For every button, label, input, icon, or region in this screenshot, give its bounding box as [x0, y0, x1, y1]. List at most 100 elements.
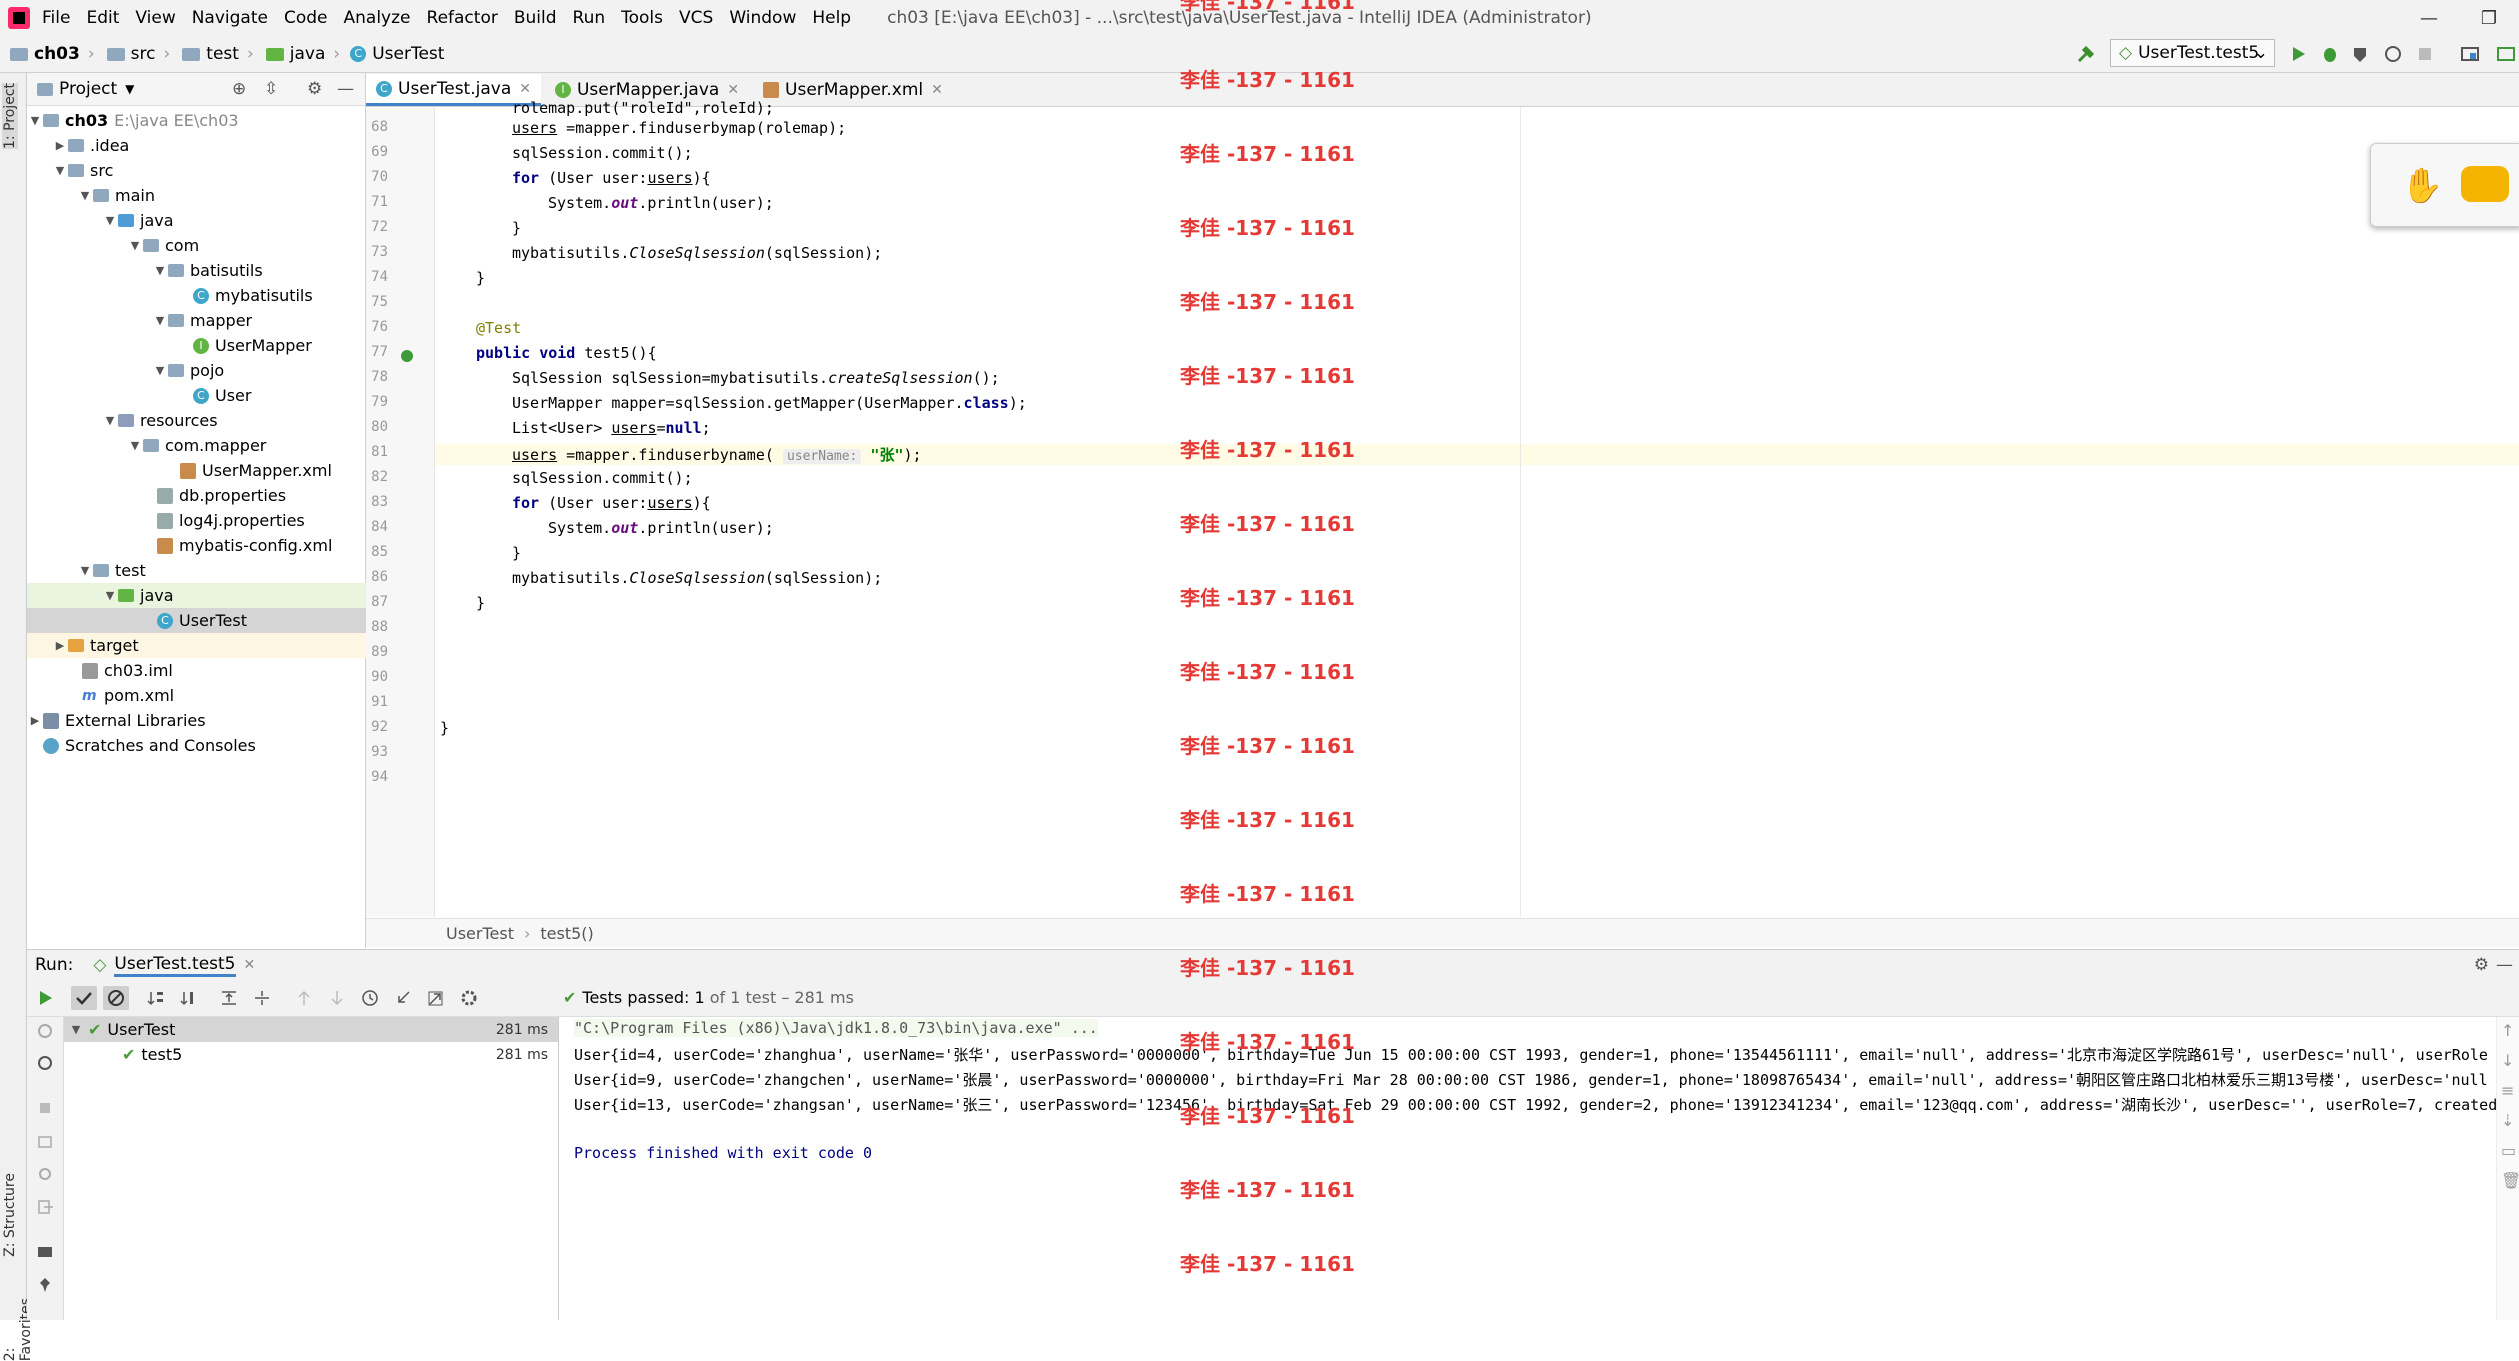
- show-passed-icon[interactable]: [71, 986, 97, 1010]
- expand-arrow-icon[interactable]: ▼: [152, 314, 168, 327]
- tree-item-pom[interactable]: m pom.xml: [27, 683, 420, 708]
- tree-item-scratches[interactable]: Scratches and Consoles: [27, 733, 381, 758]
- editor-crumb-class[interactable]: UserTest: [446, 924, 514, 943]
- project-tool-window-button[interactable]: 1: Project: [2, 83, 18, 149]
- breadcrumb-usertest[interactable]: UserTest: [372, 44, 444, 64]
- collapse-arrow-icon[interactable]: ▶: [52, 139, 68, 152]
- test-row-test5[interactable]: ✔ test5 281 ms: [64, 1042, 558, 1067]
- sort-by-duration-icon[interactable]: [180, 989, 198, 1007]
- exit-icon[interactable]: [36, 1198, 54, 1216]
- menu-tools[interactable]: Tools: [621, 8, 663, 28]
- menu-help[interactable]: Help: [812, 8, 851, 28]
- expand-arrow-icon[interactable]: ▼: [152, 264, 168, 277]
- trash-icon[interactable]: 🗑: [2501, 1171, 2519, 1190]
- show-ignored-icon[interactable]: [103, 986, 129, 1010]
- console-output[interactable]: "C:\Program Files (x86)\Java\jdk1.8.0_73…: [559, 1017, 2519, 1320]
- run-configuration-select[interactable]: ◇ UserTest.test5 ⌄: [2110, 39, 2275, 67]
- minimize-icon[interactable]: —: [2399, 0, 2459, 36]
- import-tests-icon[interactable]: [394, 989, 412, 1007]
- tree-item-ch03-iml[interactable]: ch03.iml: [27, 658, 420, 683]
- expand-arrow-icon[interactable]: ▼: [77, 189, 93, 202]
- test-row-usertest[interactable]: ▼ ✔ UserTest 281 ms: [64, 1017, 558, 1042]
- restore-icon[interactable]: ❐: [2459, 0, 2519, 36]
- arrow-down-icon[interactable]: ↓: [2501, 1051, 2514, 1070]
- hide-icon[interactable]: —: [2496, 955, 2513, 975]
- tree-item-src[interactable]: ▼ src: [27, 158, 390, 183]
- tree-item-target[interactable]: ▶ target: [27, 633, 390, 658]
- print-icon[interactable]: ▭: [2501, 1141, 2516, 1160]
- close-icon[interactable]: ✕: [519, 81, 531, 97]
- gear-icon[interactable]: ⚙: [307, 79, 322, 99]
- menu-analyze[interactable]: Analyze: [344, 8, 411, 28]
- run-test-gutter-icon[interactable]: [400, 348, 414, 362]
- breadcrumb-src[interactable]: src: [131, 44, 156, 64]
- editor-crumb-method[interactable]: test5(): [540, 924, 593, 943]
- menu-view[interactable]: View: [135, 8, 175, 28]
- tree-item-main[interactable]: ▼ main: [27, 183, 415, 208]
- scroll-to-end-icon[interactable]: ⇣: [2501, 1111, 2514, 1130]
- project-structure-icon[interactable]: [2460, 44, 2480, 64]
- code-editor[interactable]: rolemap.put("roleId",roleId); users =map…: [435, 99, 2519, 917]
- dump-threads-icon[interactable]: [36, 1132, 54, 1150]
- menu-edit[interactable]: Edit: [86, 8, 119, 28]
- menu-refactor[interactable]: Refactor: [427, 8, 498, 28]
- structure-tool-window-button[interactable]: Z: Structure: [2, 1173, 18, 1257]
- floating-toolbar[interactable]: ✋: [2370, 143, 2519, 227]
- gear-icon[interactable]: [460, 989, 478, 1007]
- build-hammer-icon[interactable]: [2076, 44, 2096, 64]
- expand-arrow-icon[interactable]: ▼: [127, 439, 143, 452]
- expand-all-icon[interactable]: [220, 989, 238, 1007]
- stop-icon[interactable]: [2415, 44, 2435, 64]
- chevron-down-icon[interactable]: ▼: [125, 82, 134, 96]
- expand-arrow-icon[interactable]: ▼: [77, 564, 93, 577]
- editor-gutter[interactable]: 68 69 70 71 72 73 74 75 76 77 78 79 80 8…: [366, 107, 435, 917]
- pin-icon[interactable]: [36, 1276, 54, 1294]
- previous-failed-icon[interactable]: [295, 989, 313, 1007]
- menu-window[interactable]: Window: [729, 8, 796, 28]
- expand-arrow-icon[interactable]: ▼: [27, 114, 43, 127]
- rerun-icon[interactable]: [36, 989, 54, 1007]
- breadcrumb-ch03[interactable]: ch03: [34, 44, 80, 64]
- expand-arrow-icon[interactable]: ▼: [102, 414, 118, 427]
- tree-item-idea[interactable]: ▶ .idea: [27, 133, 390, 158]
- tree-item-ch03[interactable]: ▼ ch03 E:\java EE\ch03: [27, 108, 365, 133]
- test-history-icon[interactable]: [361, 989, 379, 1007]
- search-everywhere-icon[interactable]: [2496, 44, 2516, 64]
- breadcrumb-test[interactable]: test: [206, 44, 239, 64]
- menu-navigate[interactable]: Navigate: [192, 8, 268, 28]
- run-icon[interactable]: [2288, 44, 2308, 64]
- collapse-all-icon[interactable]: ⇳: [264, 79, 278, 99]
- tree-item-test[interactable]: ▼ test: [27, 558, 415, 583]
- layout-icon[interactable]: [36, 1243, 54, 1261]
- tab-usermapper-xml[interactable]: UserMapper.xml ✕: [753, 74, 953, 106]
- soft-wrap-icon[interactable]: ≡: [2501, 1081, 2514, 1100]
- settings-icon[interactable]: [36, 1165, 54, 1183]
- project-view-select[interactable]: Project: [59, 79, 117, 99]
- chat-bubble-icon[interactable]: [2461, 166, 2509, 202]
- tree-item-external-libraries[interactable]: ▶ External Libraries: [27, 708, 365, 733]
- export-results-icon[interactable]: [427, 989, 445, 1007]
- rerun-failed-icon[interactable]: [36, 1022, 54, 1040]
- locate-icon[interactable]: ⊕: [232, 79, 246, 99]
- coverage-icon[interactable]: [2350, 44, 2370, 64]
- collapse-all-icon[interactable]: [253, 989, 271, 1007]
- breadcrumb-java[interactable]: java: [290, 44, 326, 64]
- expand-arrow-icon[interactable]: ▼: [152, 364, 168, 377]
- hide-icon[interactable]: —: [337, 79, 354, 99]
- sort-alphabetically-icon[interactable]: [147, 989, 165, 1007]
- close-icon[interactable]: ✕: [931, 82, 943, 98]
- expand-arrow-icon[interactable]: ▼: [127, 239, 143, 252]
- menu-build[interactable]: Build: [514, 8, 557, 28]
- toggle-auto-test-icon[interactable]: [36, 1054, 54, 1072]
- expand-arrow-icon[interactable]: ▼: [52, 164, 68, 177]
- close-icon[interactable]: ✕: [244, 957, 256, 973]
- menu-file[interactable]: File: [42, 8, 70, 28]
- profile-icon[interactable]: [2383, 44, 2403, 64]
- debug-icon[interactable]: [2320, 44, 2340, 64]
- expand-arrow-icon[interactable]: ▼: [102, 214, 118, 227]
- arrow-up-icon[interactable]: ↑: [2501, 1021, 2514, 1040]
- menu-code[interactable]: Code: [284, 8, 328, 28]
- hand-icon[interactable]: ✋: [2401, 166, 2443, 206]
- next-failed-icon[interactable]: [328, 989, 346, 1007]
- close-icon[interactable]: ✕: [727, 82, 739, 98]
